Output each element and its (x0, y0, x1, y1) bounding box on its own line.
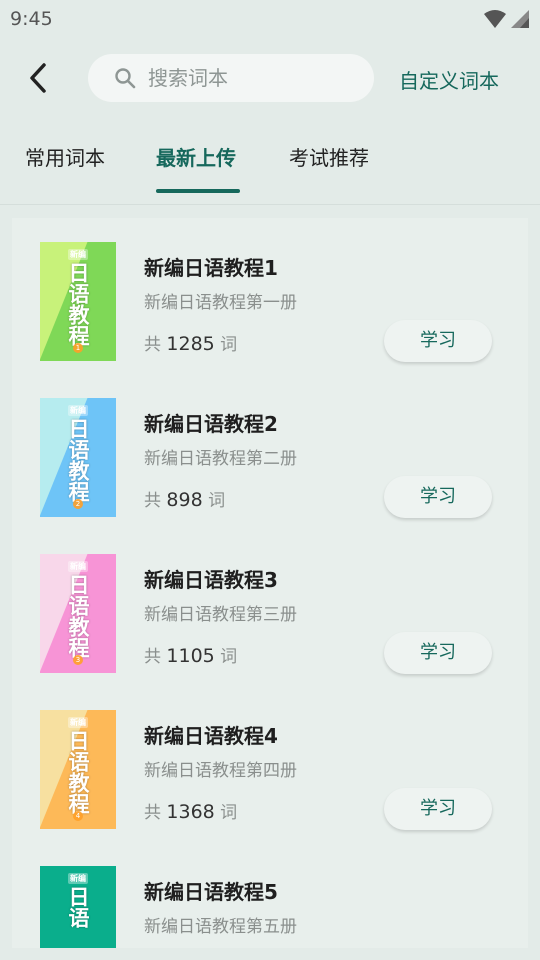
count-prefix: 共 (144, 647, 161, 667)
book-title: 新编日语教程3 (144, 568, 278, 592)
wifi-icon (484, 10, 506, 28)
signal-icon (511, 10, 529, 28)
book-cover: 新编 日语 (40, 866, 116, 948)
back-arrow-icon (30, 63, 46, 93)
learn-button[interactable]: 学习 (384, 632, 492, 674)
cover-tag: 新编 (68, 717, 88, 728)
divider (0, 204, 540, 205)
list-item[interactable]: 新编 日语教程 4 新编日语教程4 新编日语教程第四册 共 1368 词 学习 (12, 686, 528, 842)
learn-button[interactable]: 学习 (384, 320, 492, 362)
list-item[interactable]: 新编 日语教程 3 新编日语教程3 新编日语教程第三册 共 1105 词 学习 (12, 530, 528, 686)
book-title: 新编日语教程1 (144, 256, 278, 280)
book-list: 新编 日语教程 1 新编日语教程1 新编日语教程第一册 共 1285 词 学习 … (12, 218, 528, 948)
word-count: 共 1285 词 (144, 330, 237, 355)
book-subtitle: 新编日语教程第四册 (144, 761, 297, 781)
cover-number: 3 (73, 655, 83, 665)
book-cover: 新编 日语教程 4 (40, 710, 116, 829)
tab-latest[interactable]: 最新上传 (156, 142, 236, 171)
list-item[interactable]: 新编 日语 新编日语教程5 新编日语教程第五册 (12, 842, 528, 948)
count-prefix: 共 (144, 803, 161, 823)
count-value: 1285 (166, 333, 215, 355)
count-prefix: 共 (144, 335, 161, 355)
word-count: 共 898 词 (144, 486, 225, 511)
cover-number: 4 (73, 811, 83, 821)
book-title: 新编日语教程5 (144, 880, 278, 904)
search-icon (115, 68, 136, 89)
count-suffix: 词 (208, 491, 226, 511)
count-value: 1105 (166, 645, 215, 667)
cover-title: 日语教程 (66, 730, 90, 814)
status-icons (484, 9, 530, 29)
back-button[interactable] (16, 56, 60, 100)
tab-bar: 常用词本 最新上传 考试推荐 (0, 132, 540, 194)
custom-wordbook-link[interactable]: 自定义词本 (399, 65, 499, 94)
count-suffix: 词 (220, 803, 238, 823)
tab-exam[interactable]: 考试推荐 (289, 142, 369, 171)
cover-title: 日语 (66, 886, 90, 928)
book-subtitle: 新编日语教程第二册 (144, 449, 297, 469)
search-input[interactable] (146, 65, 370, 91)
cover-number: 1 (73, 343, 83, 353)
word-count: 共 1105 词 (144, 642, 237, 667)
cover-tag: 新编 (68, 561, 88, 572)
book-cover: 新编 日语教程 3 (40, 554, 116, 673)
book-title: 新编日语教程4 (144, 724, 278, 748)
book-cover: 新编 日语教程 1 (40, 242, 116, 361)
cover-title: 日语教程 (66, 418, 90, 502)
learn-button[interactable]: 学习 (384, 788, 492, 830)
top-bar: 自定义词本 (0, 52, 540, 104)
count-suffix: 词 (220, 647, 238, 667)
cover-tag: 新编 (68, 249, 88, 260)
cover-title: 日语教程 (66, 262, 90, 346)
status-time: 9:45 (10, 8, 53, 30)
count-value: 898 (166, 489, 203, 511)
count-prefix: 共 (144, 491, 161, 511)
book-cover: 新编 日语教程 2 (40, 398, 116, 517)
learn-button[interactable]: 学习 (384, 476, 492, 518)
search-box[interactable] (88, 54, 374, 102)
list-item[interactable]: 新编 日语教程 2 新编日语教程2 新编日语教程第二册 共 898 词 学习 (12, 374, 528, 530)
cover-title: 日语教程 (66, 574, 90, 658)
book-subtitle: 新编日语教程第一册 (144, 293, 297, 313)
word-count: 共 1368 词 (144, 798, 237, 823)
book-subtitle: 新编日语教程第三册 (144, 605, 297, 625)
book-title: 新编日语教程2 (144, 412, 278, 436)
count-suffix: 词 (220, 335, 238, 355)
count-value: 1368 (166, 801, 215, 823)
tab-indicator (156, 189, 240, 193)
cover-tag: 新编 (68, 405, 88, 416)
tab-common[interactable]: 常用词本 (25, 142, 105, 171)
list-item[interactable]: 新编 日语教程 1 新编日语教程1 新编日语教程第一册 共 1285 词 学习 (12, 218, 528, 374)
cover-number: 2 (73, 499, 83, 509)
book-subtitle: 新编日语教程第五册 (144, 917, 297, 937)
cover-tag: 新编 (68, 873, 88, 884)
status-bar: 9:45 (0, 0, 540, 38)
